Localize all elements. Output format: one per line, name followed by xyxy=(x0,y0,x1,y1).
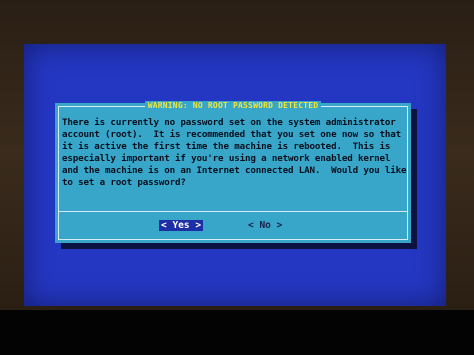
dialog-message: There is currently no password set on th… xyxy=(62,117,407,188)
dialog-title-text: WARNING: NO ROOT PASSWORD DETECTED xyxy=(144,101,322,110)
button-separator xyxy=(58,211,408,212)
yes-button[interactable]: < Yes > xyxy=(159,220,204,231)
root-password-dialog: WARNING: NO ROOT PASSWORD DETECTED There… xyxy=(55,101,411,243)
no-button[interactable]: < No > xyxy=(248,220,282,231)
dialog-title: WARNING: NO ROOT PASSWORD DETECTED xyxy=(55,101,411,110)
video-letterbox xyxy=(0,310,474,355)
